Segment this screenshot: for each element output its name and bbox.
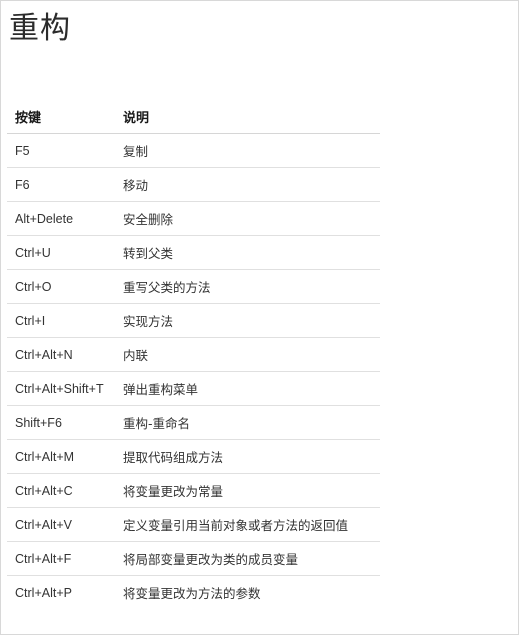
- shortcut-key: Ctrl+Alt+N: [7, 337, 115, 372]
- shortcut-description: 复制: [115, 133, 380, 168]
- shortcut-key: Ctrl+O: [7, 269, 115, 304]
- table-row: Ctrl+Alt+N 内联: [7, 337, 380, 372]
- shortcut-description: 将局部变量更改为类的成员变量: [115, 541, 380, 576]
- table-row: Ctrl+U 转到父类: [7, 235, 380, 270]
- shortcut-key: Ctrl+Alt+F: [7, 541, 115, 576]
- table-row: Shift+F6 重构-重命名: [7, 405, 380, 440]
- shortcut-description: 将变量更改为方法的参数: [123, 586, 261, 601]
- shortcut-description: 内联: [115, 337, 380, 372]
- shortcut-description: 定义变量引用当前对象或者方法的返回值: [115, 507, 380, 542]
- shortcut-description: 弹出重构菜单: [115, 371, 380, 406]
- shortcut-key: Ctrl+Alt+Shift+T: [7, 371, 115, 406]
- shortcut-description: 安全删除: [115, 201, 380, 236]
- shortcut-key: Ctrl+Alt+M: [7, 439, 115, 474]
- table-row: F6 移动: [7, 167, 380, 202]
- table-row: Ctrl+Alt+M 提取代码组成方法: [7, 439, 380, 474]
- table-row: Ctrl+Alt+C 将变量更改为常量: [7, 473, 380, 508]
- shortcut-key: F6: [7, 167, 115, 202]
- table-header-row: 按键 说明: [7, 100, 380, 134]
- shortcut-key: Ctrl+U: [7, 235, 115, 270]
- table-row: Ctrl+I 实现方法: [7, 303, 380, 338]
- shortcut-description: 提取代码组成方法: [115, 439, 380, 474]
- table-row: Ctrl+Alt+P 将变量更改为方法的参数: [7, 576, 380, 610]
- shortcut-key: Alt+Delete: [7, 201, 115, 236]
- table-row: F5 复制: [7, 133, 380, 168]
- shortcut-description: 将变量更改为常量: [115, 473, 380, 508]
- table-row: Ctrl+O 重写父类的方法: [7, 269, 380, 304]
- shortcut-description: 实现方法: [115, 303, 380, 338]
- shortcut-key: Ctrl+Alt+V: [7, 507, 115, 542]
- header-description: 说明: [115, 100, 380, 134]
- shortcut-key: Ctrl+Alt+P: [15, 585, 72, 600]
- shortcut-key: Ctrl+Alt+C: [7, 473, 115, 508]
- table-row: Ctrl+Alt+V 定义变量引用当前对象或者方法的返回值: [7, 507, 380, 542]
- shortcut-key: Ctrl+I: [7, 303, 115, 338]
- shortcut-description: 移动: [115, 167, 380, 202]
- shortcut-description: 重写父类的方法: [115, 269, 380, 304]
- header-key: 按键: [7, 100, 115, 134]
- table-row: Ctrl+Alt+F 将局部变量更改为类的成员变量: [7, 541, 380, 576]
- shortcut-key: F5: [7, 133, 115, 168]
- table-row: Ctrl+Alt+Shift+T 弹出重构菜单: [7, 371, 380, 406]
- shortcut-description: 转到父类: [115, 235, 380, 270]
- table-row: Alt+Delete 安全删除: [7, 201, 380, 236]
- page-title: 重构: [9, 11, 71, 46]
- shortcut-key: Shift+F6: [7, 405, 115, 440]
- shortcut-table: 按键 说明 F5 复制 F6 移动 Alt+Delete 安全删除 Ctrl+U…: [7, 100, 380, 609]
- shortcut-description: 重构-重命名: [115, 405, 380, 440]
